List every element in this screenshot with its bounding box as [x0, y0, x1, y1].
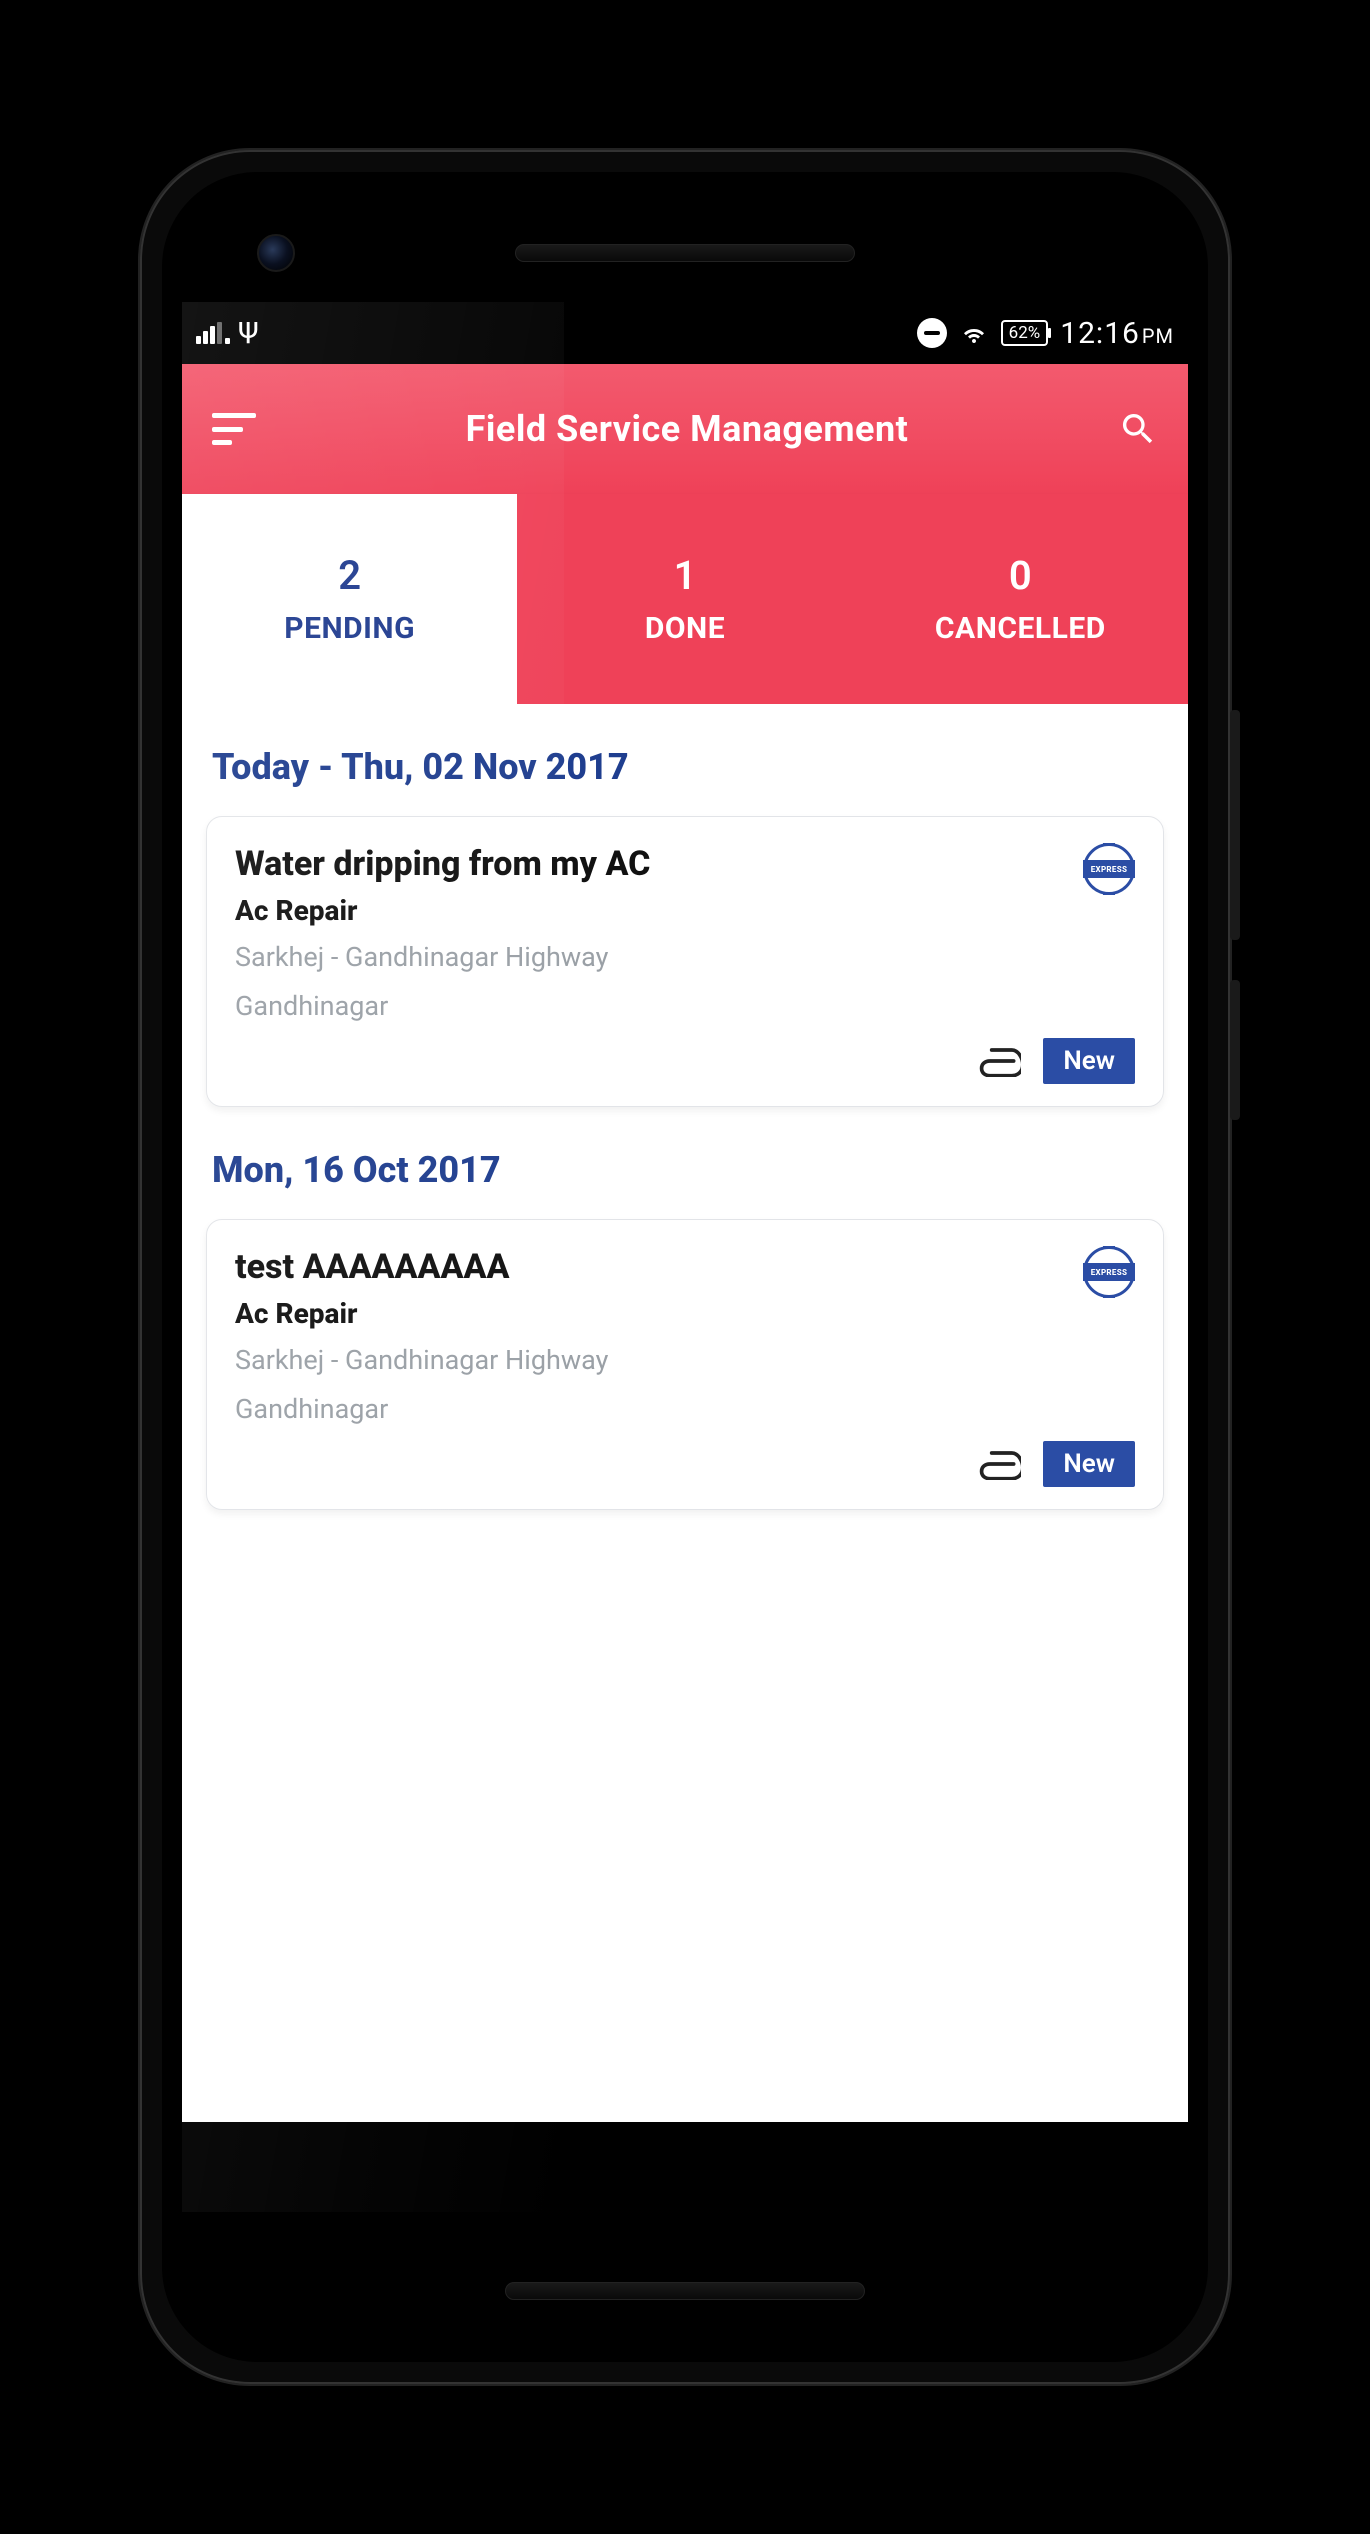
- statusbar: Ψ 62% 12:16PM: [182, 302, 1188, 364]
- menu-icon[interactable]: [212, 413, 256, 445]
- wifi-icon: [959, 321, 989, 345]
- express-icon: EXPRESS: [1083, 843, 1135, 895]
- express-icon: EXPRESS: [1083, 1246, 1135, 1298]
- job-card[interactable]: test AAAAAAAAA Ac Repair Sarkhej - Gandh…: [206, 1219, 1164, 1510]
- search-icon[interactable]: [1118, 409, 1158, 449]
- battery-icon: 62%: [1001, 320, 1049, 346]
- volume-button: [1230, 710, 1240, 940]
- tab-count: 2: [338, 552, 361, 599]
- tabs: 2 PENDING 1 DONE 0 CANCELLED: [182, 494, 1188, 704]
- job-address-line1: Sarkhej - Gandhinagar Highway: [235, 1342, 608, 1380]
- date-header: Today - Thu, 02 Nov 2017: [212, 746, 1158, 788]
- job-address-line1: Sarkhej - Gandhinagar Highway: [235, 939, 650, 977]
- job-address-line2: Gandhinagar: [235, 988, 650, 1026]
- job-title: Water dripping from my AC: [235, 843, 650, 886]
- job-list[interactable]: Today - Thu, 02 Nov 2017 Water dripping …: [182, 704, 1188, 2122]
- attachment-icon[interactable]: [977, 1045, 1021, 1077]
- tab-done[interactable]: 1 DONE: [517, 494, 852, 704]
- tab-count: 0: [1009, 552, 1032, 599]
- camera-icon: [257, 234, 295, 272]
- earpiece-icon: [515, 244, 855, 262]
- status-badge: New: [1043, 1038, 1135, 1084]
- tab-count: 1: [674, 552, 697, 599]
- speaker-icon: [505, 2282, 865, 2300]
- job-address-line2: Gandhinagar: [235, 1391, 608, 1429]
- clock: 12:16PM: [1060, 316, 1174, 351]
- job-category: Ac Repair: [235, 1297, 608, 1330]
- phone-frame: Ψ 62% 12:16PM Field Serv: [140, 150, 1230, 2384]
- job-title: test AAAAAAAAA: [235, 1246, 608, 1289]
- tab-label: PENDING: [284, 611, 415, 646]
- tab-label: DONE: [645, 611, 725, 646]
- dnd-icon: [917, 318, 947, 348]
- attachment-icon[interactable]: [977, 1448, 1021, 1480]
- usb-icon: Ψ: [238, 316, 259, 351]
- power-button: [1230, 980, 1240, 1120]
- status-badge: New: [1043, 1441, 1135, 1487]
- tab-cancelled[interactable]: 0 CANCELLED: [853, 494, 1188, 704]
- signal-icon: [196, 322, 224, 344]
- tab-pending[interactable]: 2 PENDING: [182, 494, 517, 704]
- job-category: Ac Repair: [235, 894, 650, 927]
- tab-label: CANCELLED: [935, 611, 1106, 646]
- job-card[interactable]: Water dripping from my AC Ac Repair Sark…: [206, 816, 1164, 1107]
- date-header: Mon, 16 Oct 2017: [212, 1149, 1158, 1191]
- page-title: Field Service Management: [284, 408, 1090, 450]
- soft-nav-bar: [182, 2122, 1188, 2212]
- phone-inner: Ψ 62% 12:16PM Field Serv: [162, 172, 1208, 2362]
- screen: Ψ 62% 12:16PM Field Serv: [182, 302, 1188, 2212]
- appbar: Field Service Management: [182, 364, 1188, 494]
